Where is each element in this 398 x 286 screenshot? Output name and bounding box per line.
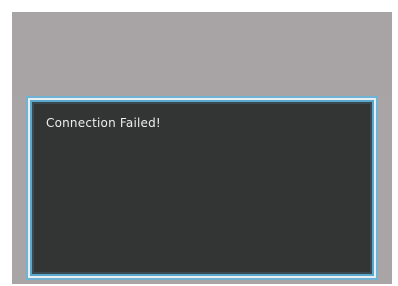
background-area xyxy=(12,12,392,96)
error-message: Connection Failed! xyxy=(46,116,161,130)
connection-error-dialog: Connection Failed! xyxy=(28,98,376,278)
tv-screen: Connection Failed! xyxy=(12,12,392,284)
